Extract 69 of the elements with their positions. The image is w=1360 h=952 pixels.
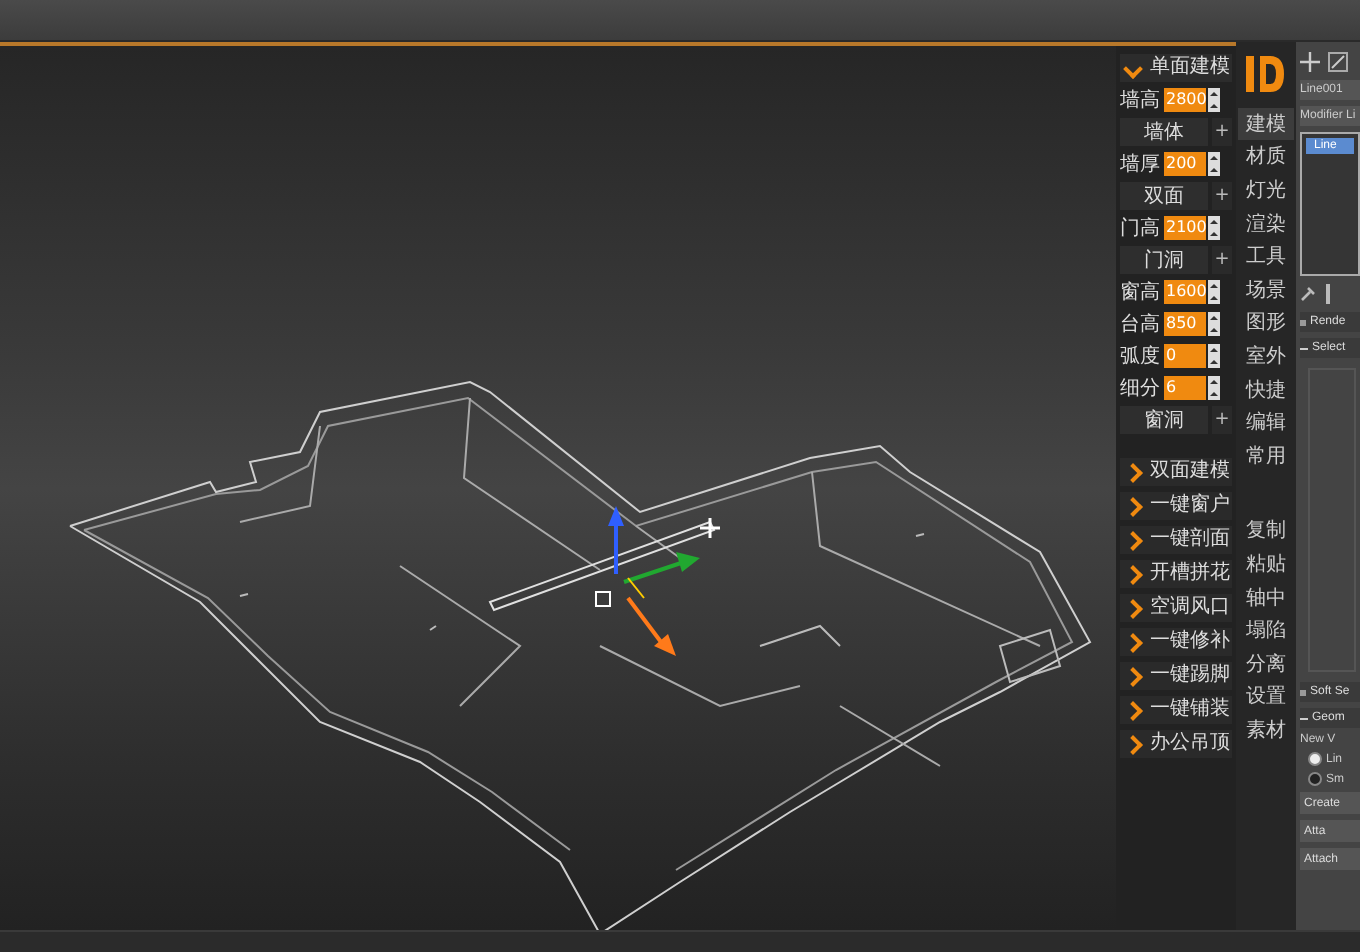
rollout-header[interactable]: 一键剖面 — [1120, 526, 1232, 554]
spinner-icon[interactable] — [1208, 312, 1220, 336]
move-cursor-icon — [700, 518, 720, 538]
spinner-icon[interactable] — [1208, 216, 1220, 240]
side-tab[interactable]: 灯光 — [1238, 174, 1294, 206]
side-tab[interactable]: 编辑 — [1238, 406, 1294, 438]
rollout-header[interactable]: 办公吊顶 — [1120, 730, 1232, 758]
tool-button[interactable]: 门洞 — [1120, 246, 1208, 274]
rollout-header[interactable]: 空调风口 — [1120, 594, 1232, 622]
side-tab[interactable]: 室外 — [1238, 340, 1294, 372]
rollout-title: 一键剖面 — [1150, 528, 1230, 552]
side-tab[interactable]: 材质 — [1238, 141, 1294, 173]
rollout-title: 一键修补 — [1150, 630, 1230, 654]
rollout-header[interactable]: 一键踢脚 — [1120, 662, 1232, 690]
rollout-title: 一键踢脚 — [1150, 664, 1230, 688]
side-tab[interactable]: 工具 — [1238, 240, 1294, 272]
radio-button[interactable] — [1308, 752, 1322, 766]
transform-gizmo-icon[interactable] — [595, 506, 700, 656]
tool-button[interactable]: 窗洞 — [1120, 406, 1208, 434]
field-label: 墙厚 — [1120, 151, 1162, 178]
add-button[interactable]: + — [1212, 118, 1232, 146]
rollout-title: 单面建模 — [1150, 56, 1230, 80]
side-action-button[interactable]: 粘贴 — [1238, 548, 1294, 580]
rollout-header[interactable]: 一键铺装 — [1120, 696, 1232, 724]
add-button[interactable]: + — [1212, 182, 1232, 210]
rollout-title: 双面建模 — [1150, 460, 1230, 484]
field-label: 弧度 — [1120, 343, 1162, 370]
side-tab[interactable]: 场景 — [1238, 273, 1294, 306]
side-action-button[interactable]: 复制 — [1238, 515, 1294, 547]
side-action-button[interactable]: 轴中 — [1238, 581, 1294, 613]
add-button[interactable]: + — [1212, 246, 1232, 274]
rollout-title: 办公吊顶 — [1150, 732, 1230, 756]
field-label: 台高 — [1120, 311, 1162, 338]
plus-icon[interactable] — [1300, 52, 1320, 72]
field-label: 细分 — [1120, 376, 1162, 402]
side-tab[interactable]: 图形 — [1238, 307, 1294, 339]
tool-button[interactable]: 墙体 — [1120, 118, 1208, 146]
rollout-title: 空调风口 — [1150, 596, 1230, 620]
side-tab[interactable]: 常用 — [1238, 439, 1294, 472]
side-tab[interactable]: 建模 — [1238, 108, 1294, 140]
side-tab[interactable]: 渲染 — [1238, 207, 1294, 239]
field-label: 门高 — [1120, 215, 1162, 242]
side-action-button[interactable]: 设置 — [1238, 681, 1294, 713]
rollout-header[interactable]: 开槽拼花 — [1120, 560, 1232, 588]
rollout-header[interactable]: 单面建模 — [1120, 54, 1232, 82]
logo-icon — [1244, 50, 1288, 98]
pin-icon[interactable] — [1300, 286, 1316, 302]
spinner-icon[interactable] — [1208, 88, 1220, 112]
side-action-button[interactable]: 素材 — [1238, 714, 1294, 746]
spinner-icon[interactable] — [1208, 280, 1220, 304]
side-action-button[interactable]: 塌陷 — [1238, 614, 1294, 646]
bar-icon[interactable] — [1324, 284, 1332, 304]
side-tab[interactable]: 快捷 — [1238, 373, 1294, 405]
spinner-icon[interactable] — [1208, 344, 1220, 368]
rollout-title: 一键窗户 — [1150, 494, 1230, 518]
side-action-button[interactable]: 分离 — [1238, 647, 1294, 679]
spinner-icon[interactable] — [1208, 376, 1220, 400]
field-label: 墙高 — [1120, 87, 1162, 114]
rollout-header[interactable]: 一键修补 — [1120, 628, 1232, 656]
field-label: 窗高 — [1120, 279, 1162, 306]
rollout-header[interactable]: 一键窗户 — [1120, 492, 1232, 520]
add-button[interactable]: + — [1212, 406, 1232, 434]
tool-button[interactable]: 双面 — [1120, 182, 1208, 210]
rollout-title: 一键铺装 — [1150, 698, 1230, 722]
rollout-header[interactable]: 双面建模 — [1120, 458, 1232, 486]
curve-icon[interactable] — [1328, 52, 1348, 72]
rollout-title: 开槽拼花 — [1150, 562, 1230, 586]
spinner-icon[interactable] — [1208, 152, 1220, 176]
radio-button[interactable] — [1308, 772, 1322, 786]
